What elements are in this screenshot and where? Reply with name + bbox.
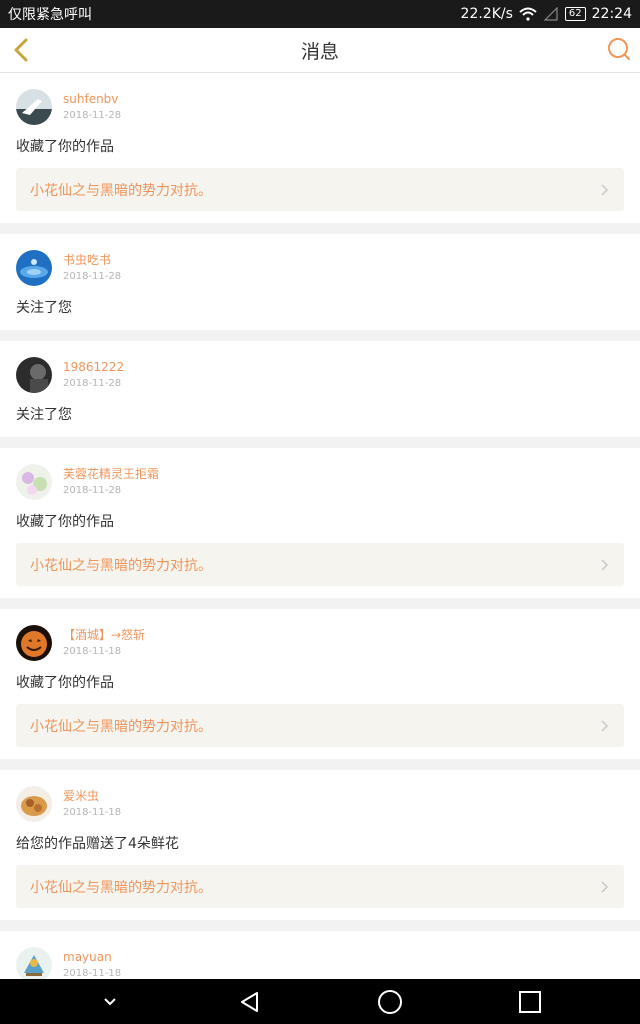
avatar[interactable]: [16, 464, 52, 500]
work-link[interactable]: 小花仙之与黑暗的势力对抗。: [16, 168, 624, 211]
message-date: 2018-11-28: [63, 378, 122, 389]
message-action: 收藏了你的作品: [16, 139, 114, 155]
avatar[interactable]: [16, 947, 52, 979]
nav-collapse-button[interactable]: [95, 987, 125, 1017]
message-card: 芙蓉花精灵王拒霜 2018-11-28 收藏了你的作品 小花仙之与黑暗的势力对抗…: [0, 448, 640, 598]
user-meta: mayuan 2018-11-18: [63, 949, 121, 979]
clock: 22:24: [591, 6, 632, 22]
user-meta: suhfenbv 2018-11-28: [63, 91, 121, 123]
message-date: 2018-11-18: [63, 807, 122, 818]
message-list: suhfenbv 2018-11-28 收藏了你的作品 小花仙之与黑暗的势力对抗…: [0, 73, 640, 979]
square-recents-icon: [519, 990, 541, 1013]
back-arrow-icon[interactable]: [6, 34, 38, 66]
wifi-icon: [519, 7, 537, 21]
avatar[interactable]: [16, 250, 52, 286]
message-action: 关注了您: [16, 407, 72, 423]
user-meta: 【酒城】→怒斩 2018-11-18: [63, 627, 145, 659]
avatar[interactable]: [16, 357, 52, 393]
work-link[interactable]: 小花仙之与黑暗的势力对抗。: [16, 704, 624, 747]
message-card: 【酒城】→怒斩 2018-11-18 收藏了你的作品 小花仙之与黑暗的势力对抗。: [0, 609, 640, 759]
network-speed: 22.2K/s: [460, 6, 513, 22]
battery-level: 62: [564, 7, 586, 21]
message-card: 19861222 2018-11-28 关注了您: [0, 341, 640, 437]
search-icon[interactable]: [606, 36, 632, 62]
avatar[interactable]: [16, 89, 52, 125]
chevron-right-icon: [601, 719, 609, 732]
chevron-down-icon: [104, 997, 116, 1005]
username[interactable]: 芙蓉花精灵王拒霜: [63, 466, 159, 482]
carrier-label: 仅限紧急呼叫: [8, 7, 92, 23]
chevron-right-icon: [601, 558, 609, 571]
message-date: 2018-11-28: [63, 485, 122, 496]
message-user[interactable]: 19861222 2018-11-28: [16, 355, 624, 395]
username[interactable]: mayuan: [63, 949, 121, 965]
username[interactable]: 【酒城】→怒斩: [63, 627, 145, 643]
message-action: 收藏了你的作品: [16, 675, 114, 691]
nav-recents-button[interactable]: [515, 987, 545, 1017]
avatar[interactable]: [16, 625, 52, 661]
work-link[interactable]: 小花仙之与黑暗的势力对抗。: [16, 865, 624, 908]
message-user[interactable]: 【酒城】→怒斩 2018-11-18: [16, 623, 624, 663]
message-card: 爱米虫 2018-11-18 给您的作品赠送了4朵鲜花 小花仙之与黑暗的势力对抗…: [0, 770, 640, 920]
triangle-back-icon: [241, 991, 258, 1012]
message-action: 给您的作品赠送了4朵鲜花: [16, 836, 179, 852]
avatar[interactable]: [16, 786, 52, 822]
message-card: 书虫吃书 2018-11-28 关注了您: [0, 234, 640, 330]
message-date: 2018-11-28: [63, 110, 122, 121]
app-header: 消息: [0, 28, 640, 73]
user-meta: 爱米虫 2018-11-18: [63, 788, 121, 820]
work-title: 小花仙之与黑暗的势力对抗。: [30, 718, 212, 735]
page-title: 消息: [300, 40, 339, 63]
message-user[interactable]: mayuan 2018-11-18: [16, 945, 624, 979]
message-action: 收藏了你的作品: [16, 514, 114, 530]
message-user[interactable]: 书虫吃书 2018-11-28: [16, 248, 624, 288]
status-right: 22.2K/s 62 22:24: [461, 6, 632, 22]
username[interactable]: suhfenbv: [63, 91, 121, 107]
signal-icon: [543, 7, 558, 21]
chevron-right-icon: [601, 183, 609, 196]
message-action: 关注了您: [16, 300, 72, 316]
circle-home-icon: [378, 989, 402, 1014]
nav-home-button[interactable]: [375, 987, 405, 1017]
username[interactable]: 19861222: [63, 359, 124, 375]
work-title: 小花仙之与黑暗的势力对抗。: [30, 182, 212, 199]
message-user[interactable]: 爱米虫 2018-11-18: [16, 784, 624, 824]
work-title: 小花仙之与黑暗的势力对抗。: [30, 557, 212, 574]
user-meta: 19861222 2018-11-28: [63, 359, 124, 391]
system-nav-bar: [0, 979, 640, 1024]
work-title: 小花仙之与黑暗的势力对抗。: [30, 879, 212, 896]
message-card: mayuan 2018-11-18: [0, 931, 640, 979]
status-bar: 仅限紧急呼叫 22.2K/s 62 22:24: [0, 0, 640, 28]
message-card: suhfenbv 2018-11-28 收藏了你的作品 小花仙之与黑暗的势力对抗…: [0, 73, 640, 223]
user-meta: 芙蓉花精灵王拒霜 2018-11-28: [63, 466, 159, 498]
message-date: 2018-11-18: [63, 968, 122, 979]
work-link[interactable]: 小花仙之与黑暗的势力对抗。: [16, 543, 624, 586]
message-user[interactable]: suhfenbv 2018-11-28: [16, 87, 624, 127]
message-date: 2018-11-28: [63, 271, 122, 282]
chevron-right-icon: [601, 880, 609, 893]
username[interactable]: 爱米虫: [63, 788, 121, 804]
user-meta: 书虫吃书 2018-11-28: [63, 252, 121, 284]
nav-back-button[interactable]: [235, 987, 265, 1017]
message-user[interactable]: 芙蓉花精灵王拒霜 2018-11-28: [16, 462, 624, 502]
username[interactable]: 书虫吃书: [63, 252, 121, 268]
message-date: 2018-11-18: [63, 646, 122, 657]
